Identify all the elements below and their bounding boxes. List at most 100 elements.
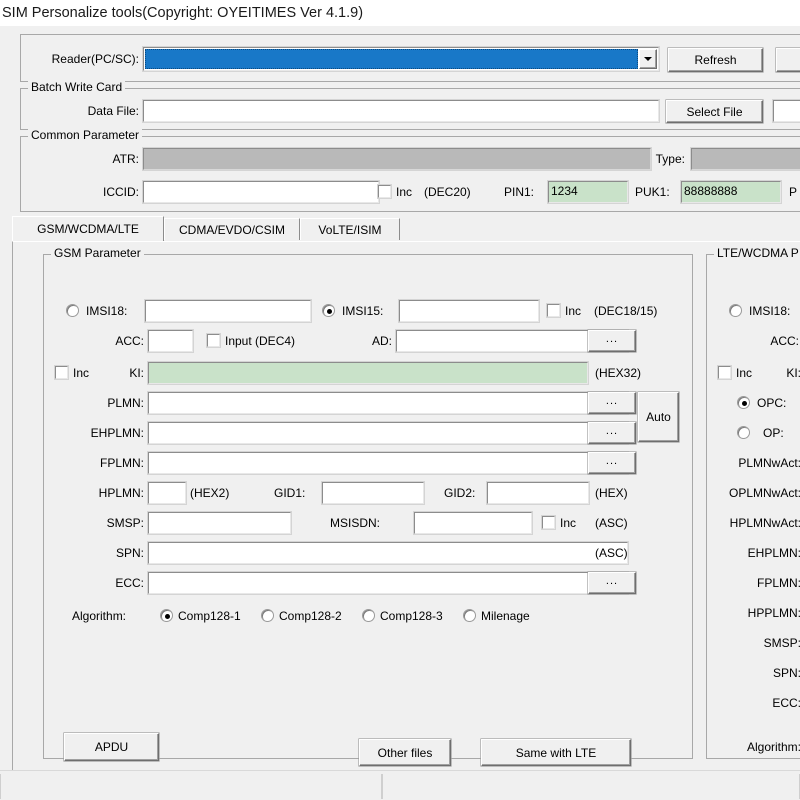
imsi18-input[interactable] [144, 299, 312, 323]
algorithm-comp128-3-label: Comp128-3 [380, 609, 443, 623]
ecc-label: ECC: [115, 576, 144, 590]
imsi18-radio[interactable] [66, 304, 79, 317]
lte-ecc-label: ECC: [772, 696, 800, 710]
lte-wcdma-parameter-caption: LTE/WCDMA P [714, 247, 800, 259]
spn-label: SPN: [115, 546, 144, 560]
reader-label: Reader(PC/SC): [51, 52, 139, 66]
atr-input [142, 147, 652, 171]
gid2-input[interactable] [486, 481, 590, 505]
pin2-label-truncated: P [789, 185, 798, 199]
acc-input-checkbox[interactable] [206, 333, 221, 348]
other-files-button[interactable]: Other files [359, 739, 451, 766]
smsp-label: SMSP: [106, 516, 144, 530]
hplmn-hex2-label: (HEX2) [190, 486, 230, 500]
fplmn-label: FPLMN: [99, 456, 144, 470]
algorithm-comp128-1-radio[interactable] [160, 609, 173, 622]
common-parameter-group: Common Parameter ATR: Type: ICCID: Inc (… [20, 129, 800, 212]
main-tabstrip: GSM/WCDMA/LTE CDMA/EVDO/CSIM VoLTE/ISIM [12, 216, 800, 242]
tab-volte-isim[interactable]: VoLTE/ISIM [300, 218, 400, 240]
refresh-button[interactable]: Refresh [668, 48, 763, 72]
imsi-dec1815-label: (DEC18/15) [594, 304, 658, 318]
ki-input[interactable] [147, 361, 589, 385]
lte-opc-radio[interactable] [737, 396, 750, 409]
reader-combobox[interactable] [142, 46, 660, 72]
lte-plmnwact-label: PLMNwAct: [738, 456, 800, 470]
window-title: SIM Personalize tools(Copyright: OYEITIM… [0, 0, 800, 26]
smsp-input[interactable] [147, 511, 292, 535]
iccid-inc-label: Inc [396, 185, 413, 199]
atr-label: ATR: [112, 152, 139, 166]
plmn-label: PLMN: [107, 396, 144, 410]
ki-label: KI: [129, 366, 144, 380]
msisdn-inc-label: Inc [560, 516, 577, 530]
lte-smsp-label: SMSP: [763, 636, 800, 650]
imsi15-input[interactable] [398, 299, 540, 323]
tab-cdma-evdo-csim[interactable]: CDMA/EVDO/CSIM [164, 218, 300, 240]
algorithm-label: Algorithm: [72, 609, 127, 623]
lte-op-radio[interactable] [737, 426, 750, 439]
plmn-input[interactable] [147, 391, 629, 415]
reader-selected-value [145, 49, 638, 69]
acc-input[interactable] [147, 329, 194, 353]
imsi15-radio[interactable] [322, 304, 335, 317]
ad-label: AD: [371, 334, 392, 348]
lte-spn-label: SPN: [772, 666, 800, 680]
fplmn-browse-button[interactable]: ... [588, 452, 636, 474]
lte-opc-label: OPC: [757, 396, 787, 410]
type-input [690, 147, 800, 171]
imsi15-label: IMSI15: [342, 304, 384, 318]
reader-group: Reader(PC/SC): Refresh Re [20, 34, 800, 82]
chevron-down-icon[interactable] [639, 49, 657, 69]
fplmn-input[interactable] [147, 451, 629, 475]
ad-browse-button[interactable]: ... [588, 330, 636, 352]
pin1-input[interactable]: 1234 [547, 180, 629, 204]
select-file-button[interactable]: Select File [666, 100, 763, 123]
lte-hplmnwact-label: HPLMNwAct: [729, 516, 800, 530]
auto-button[interactable]: Auto [638, 392, 679, 442]
ecc-input[interactable] [147, 571, 629, 595]
ehplmn-browse-button[interactable]: ... [588, 422, 636, 444]
iccid-input[interactable] [142, 180, 380, 204]
gid2-label: GID2: [444, 486, 476, 500]
hplmn-input[interactable] [147, 481, 187, 505]
msisdn-asc-label: (ASC) [595, 516, 628, 530]
puk1-input[interactable]: 88888888 [680, 180, 782, 204]
msisdn-inc-checkbox[interactable] [541, 515, 556, 530]
ki-inc-checkbox[interactable] [54, 365, 69, 380]
ki-inc-label: Inc [73, 366, 90, 380]
lte-ki-inc-checkbox[interactable] [717, 365, 732, 380]
tab-gsm-wcdma-lte[interactable]: GSM/WCDMA/LTE [12, 216, 164, 241]
batch-extra-input[interactable] [772, 99, 800, 123]
data-file-label: Data File: [87, 104, 139, 118]
batch-write-card-group: Batch Write Card Data File: Select File [20, 81, 800, 130]
lte-imsi18-label: IMSI18: [749, 304, 791, 318]
gid-hex-label: (HEX) [595, 486, 628, 500]
data-file-input[interactable] [142, 99, 660, 123]
status-bar [0, 770, 800, 800]
spn-input[interactable] [147, 541, 629, 565]
gid1-label: GID1: [274, 486, 306, 500]
lte-wcdma-parameter-group: LTE/WCDMA P IMSI18: ACC: Inc KI: OPC: OP… [706, 247, 800, 759]
lte-acc-label: ACC: [770, 334, 799, 348]
msisdn-input[interactable] [413, 511, 533, 535]
reader-secondary-button[interactable]: Re [776, 48, 800, 72]
ecc-browse-button[interactable]: ... [588, 572, 636, 594]
plmn-browse-button[interactable]: ... [588, 392, 636, 414]
ehplmn-input[interactable] [147, 421, 629, 445]
algorithm-comp128-3-radio[interactable] [362, 609, 375, 622]
same-with-lte-button[interactable]: Same with LTE [481, 739, 631, 766]
algorithm-milenage-radio[interactable] [463, 609, 476, 622]
lte-op-label: OP: [763, 426, 784, 440]
algorithm-milenage-label: Milenage [481, 609, 530, 623]
apdu-button[interactable]: APDU [64, 733, 159, 761]
lte-hpplmn-label: HPPLMN: [747, 606, 800, 620]
gsm-parameter-caption: GSM Parameter [51, 247, 144, 259]
algorithm-comp128-2-radio[interactable] [261, 609, 274, 622]
algorithm-comp128-2-label: Comp128-2 [279, 609, 342, 623]
gid1-input[interactable] [321, 481, 425, 505]
lte-imsi18-radio[interactable] [729, 304, 742, 317]
iccid-inc-checkbox[interactable] [377, 184, 392, 199]
imsi-inc-checkbox[interactable] [546, 303, 561, 318]
imsi-inc-label: Inc [565, 304, 582, 318]
client-area: Reader(PC/SC): Refresh Re Batch Write Ca… [0, 26, 800, 800]
